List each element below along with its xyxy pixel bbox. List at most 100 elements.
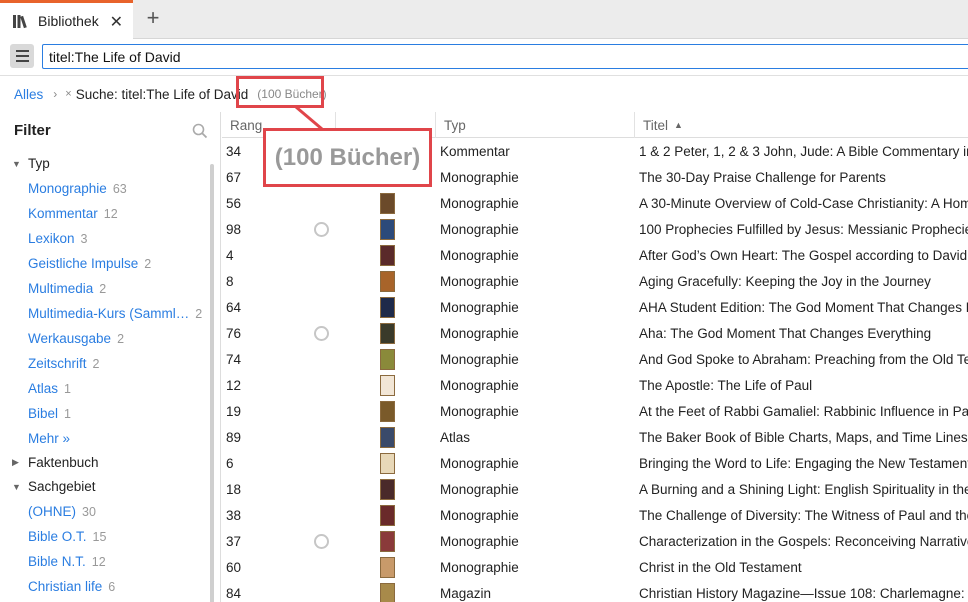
- filter-item[interactable]: Multimedia 2: [0, 276, 106, 301]
- book-cover-thumbnail: [377, 528, 397, 554]
- book-cover-thumbnail: [377, 502, 397, 528]
- table-row[interactable]: 18 Monographie A Burning and a Shining Lig…: [222, 476, 968, 502]
- cell-rank: 19: [226, 403, 242, 419]
- table-row[interactable]: 37 Monographie Characterization in the Gos…: [222, 528, 968, 554]
- table-row[interactable]: 19 Monographie At the Feet of Rabbi Gamali…: [222, 398, 968, 424]
- book-cover-thumbnail: [377, 346, 397, 372]
- breadcrumb-separator: ›: [53, 87, 58, 101]
- cell-title[interactable]: The Challenge of Diversity: The Witness …: [639, 502, 968, 528]
- cell-title[interactable]: At the Feet of Rabbi Gamaliel: Rabbinic …: [639, 398, 968, 424]
- table-row[interactable]: 38 Monographie The Challenge of Diversity:…: [222, 502, 968, 528]
- filter-item[interactable]: Multimedia-Kurs (Samml… 2: [0, 301, 202, 326]
- cell-title[interactable]: A 30-Minute Overview of Cold-Case Christ…: [639, 190, 968, 216]
- cell-title[interactable]: Aha: The God Moment That Changes Everyth…: [639, 320, 968, 346]
- filter-item[interactable]: Lexikon 3: [0, 226, 88, 251]
- cell-title[interactable]: Characterization in the Gospels: Reconce…: [639, 528, 968, 554]
- filter-group-subject[interactable]: ▼ Sachgebiet: [0, 474, 96, 499]
- filter-item[interactable]: Christian life 6: [0, 574, 115, 599]
- filter-item[interactable]: Bible N.T. 12: [0, 549, 106, 574]
- table-row[interactable]: 64 Monographie AHA Student Edition: The Go…: [222, 294, 968, 320]
- filter-item[interactable]: Geistliche Impulse 2: [0, 251, 151, 276]
- filter-item[interactable]: Zeitschrift 2: [0, 351, 99, 376]
- cell-title[interactable]: Bringing the Word to Life: Engaging the …: [639, 450, 968, 476]
- filter-item[interactable]: Monographie 63: [0, 176, 127, 201]
- book-cover-thumbnail: [377, 294, 397, 320]
- filter-item[interactable]: Werkausgabe 2: [0, 326, 124, 351]
- hamburger-icon: [15, 50, 29, 52]
- menu-button[interactable]: [10, 44, 34, 68]
- filter-scrollbar[interactable]: [210, 164, 214, 602]
- cell-title[interactable]: Christ in the Old Testament: [639, 554, 968, 580]
- filter-item[interactable]: (OHNE) 30: [0, 499, 96, 524]
- table-row[interactable]: 6 Monographie Bringing the Word to Life: E…: [222, 450, 968, 476]
- filter-item[interactable]: Atlas 1: [0, 376, 71, 401]
- column-header-type[interactable]: Typ: [436, 112, 635, 138]
- cell-title[interactable]: The Baker Book of Bible Charts, Maps, an…: [639, 424, 968, 450]
- table-row[interactable]: 84 Magazin Christian History Magazine—Issu…: [222, 580, 968, 602]
- cell-title[interactable]: After God’s Own Heart: The Gospel accord…: [639, 242, 968, 268]
- book-cover-thumbnail: [377, 398, 397, 424]
- cell-type: Monographie: [440, 195, 519, 211]
- cell-type: Monographie: [440, 221, 519, 237]
- cell-type: Magazin: [440, 585, 492, 601]
- filter-more-link[interactable]: Mehr »: [0, 426, 70, 451]
- table-row[interactable]: 74 Monographie And God Spoke to Abraham: P…: [222, 346, 968, 372]
- filter-group-type[interactable]: ▼ Typ: [0, 151, 50, 176]
- cell-rank: 84: [226, 585, 242, 601]
- close-tab-icon[interactable]: ✕: [110, 12, 123, 32]
- book-cover-thumbnail: [377, 476, 397, 502]
- table-row[interactable]: 76 Monographie Aha: The God Moment That Ch…: [222, 320, 968, 346]
- cell-title[interactable]: The 30-Day Praise Challenge for Parents: [639, 164, 968, 190]
- book-cover-thumbnail: [377, 242, 397, 268]
- cell-rank: 76: [226, 325, 242, 341]
- cell-rank: 18: [226, 481, 242, 497]
- cell-rank: 38: [226, 507, 242, 523]
- cell-rank: 98: [226, 221, 242, 237]
- table-row[interactable]: 56 Monographie A 30-Minute Overview of Col…: [222, 190, 968, 216]
- search-icon[interactable]: [192, 123, 208, 142]
- book-cover-thumbnail: [377, 554, 397, 580]
- cell-rank: 8: [226, 273, 234, 289]
- table-row[interactable]: 60 Monographie Christ in the Old Testament: [222, 554, 968, 580]
- table-row[interactable]: 12 Monographie The Apostle: The Life of Pa…: [222, 372, 968, 398]
- table-row[interactable]: 4 Monographie After God’s Own Heart: The G…: [222, 242, 968, 268]
- table-row[interactable]: 8 Monographie Aging Gracefully: Keeping th…: [222, 268, 968, 294]
- filter-group-factbook[interactable]: ▶ Faktenbuch: [0, 450, 99, 475]
- cell-title[interactable]: And God Spoke to Abraham: Preaching from…: [639, 346, 968, 372]
- remove-search-icon[interactable]: ×: [65, 88, 71, 100]
- tab-title: Bibliothek: [38, 13, 99, 29]
- cell-title[interactable]: The Apostle: The Life of Paul: [639, 372, 968, 398]
- book-cover-thumbnail: [377, 580, 397, 602]
- cell-rank: 12: [226, 377, 242, 393]
- cell-rank: 60: [226, 559, 242, 575]
- cell-title[interactable]: A Burning and a Shining Light: English S…: [639, 476, 968, 502]
- zoom-callout-count: (100 Bücher): [274, 143, 421, 171]
- filter-item[interactable]: Bible O.T. 15: [0, 524, 106, 549]
- cell-type: Monographie: [440, 507, 519, 523]
- book-cover-thumbnail: [377, 424, 397, 450]
- cell-rank: 56: [226, 195, 242, 211]
- column-header-title[interactable]: Titel ▲: [635, 112, 968, 138]
- cell-type: Atlas: [440, 429, 471, 445]
- cell-title[interactable]: 100 Prophecies Fulfilled by Jesus: Messi…: [639, 216, 968, 242]
- cell-title[interactable]: Aging Gracefully: Keeping the Joy in the…: [639, 268, 968, 294]
- table-row[interactable]: 89 Atlas The Baker Book of Bible Charts, M…: [222, 424, 968, 450]
- filter-item[interactable]: Kommentar 12: [0, 201, 118, 226]
- cell-title[interactable]: 1 & 2 Peter, 1, 2 & 3 John, Jude: A Bibl…: [639, 138, 968, 164]
- cell-type: Monographie: [440, 169, 519, 185]
- cell-title[interactable]: Christian History Magazine—Issue 108: Ch…: [639, 580, 968, 602]
- chevron-down-icon: ▼: [12, 158, 21, 169]
- cell-type: Monographie: [440, 247, 519, 263]
- tab-library[interactable]: Bibliothek ✕: [0, 0, 133, 39]
- table-row[interactable]: 98 Monographie 100 Prophecies Fulfilled by…: [222, 216, 968, 242]
- cell-title[interactable]: AHA Student Edition: The God Moment That…: [639, 294, 968, 320]
- cell-type: Monographie: [440, 325, 519, 341]
- status-ring-icon: [314, 528, 334, 554]
- breadcrumb-all-link[interactable]: Alles: [14, 87, 43, 102]
- search-input[interactable]: [42, 44, 968, 69]
- filter-item[interactable]: Bibel 1: [0, 401, 71, 426]
- new-tab-button[interactable]: +: [142, 7, 164, 29]
- cell-type: Monographie: [440, 481, 519, 497]
- cell-type: Monographie: [440, 533, 519, 549]
- book-cover-thumbnail: [377, 372, 397, 398]
